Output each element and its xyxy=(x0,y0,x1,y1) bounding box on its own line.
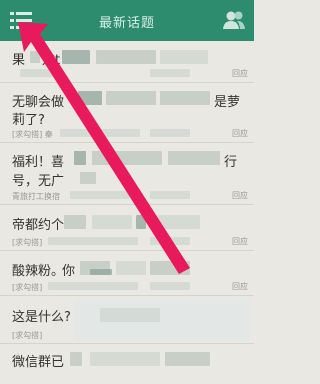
list-item[interactable]: 果 妹t 回应 xyxy=(0,41,254,83)
reply-count: 回应 xyxy=(232,129,248,138)
reply-count: 回应 xyxy=(232,191,248,200)
reply-count: 回应 xyxy=(232,69,248,78)
topic-title-part: 是萝 xyxy=(214,95,241,110)
topic-title: 无聊会做 xyxy=(12,95,65,110)
topic-title-part: 你 xyxy=(62,264,76,279)
topic-title-part: 行 xyxy=(224,155,238,170)
top-bar: 最新话题 xyxy=(0,0,254,41)
topic-tag: [求勾搭] xyxy=(12,238,43,247)
topic-tag: [求勾搭] xyxy=(12,283,43,292)
reply-count: 回应 xyxy=(232,237,248,246)
topic-title-line2: 莉了? xyxy=(12,113,45,128)
list-item[interactable]: 无聊会做 是萝 莉了? [求勾搭] 秦 回应 xyxy=(0,83,254,143)
topic-title: 这是什么? xyxy=(12,310,71,325)
topic-tag: [求勾搭] xyxy=(12,331,43,340)
list-item[interactable]: 这是什么? [求勾搭] xyxy=(0,296,254,344)
list-item[interactable]: 福利！喜 行 号，无广 青旅打工换宿 回应 xyxy=(0,143,254,205)
reply-count: 回应 xyxy=(232,282,248,291)
topic-title-line2: 号，无广 xyxy=(12,174,65,189)
topic-title: 福利！喜 xyxy=(12,155,65,170)
topic-title: 帝都约个 xyxy=(12,218,65,233)
people-icon[interactable] xyxy=(222,10,246,30)
topic-tag: [求勾搭] 秦 xyxy=(12,130,53,139)
topic-title: 果 xyxy=(12,53,26,68)
list-item[interactable]: 微信群已 xyxy=(0,344,254,384)
topic-title-part: 妹t xyxy=(42,53,61,68)
list-item[interactable]: 酸辣粉。 你 [求勾搭] 回应 xyxy=(0,251,254,296)
topic-title: 酸辣粉。 xyxy=(12,264,65,279)
topic-title: 微信群已 xyxy=(12,355,65,370)
page-title: 最新话题 xyxy=(98,16,155,31)
topic-tag: 青旅打工换宿 xyxy=(12,192,60,201)
list-item[interactable]: 帝都约个 [求勾搭] 回应 xyxy=(0,205,254,251)
